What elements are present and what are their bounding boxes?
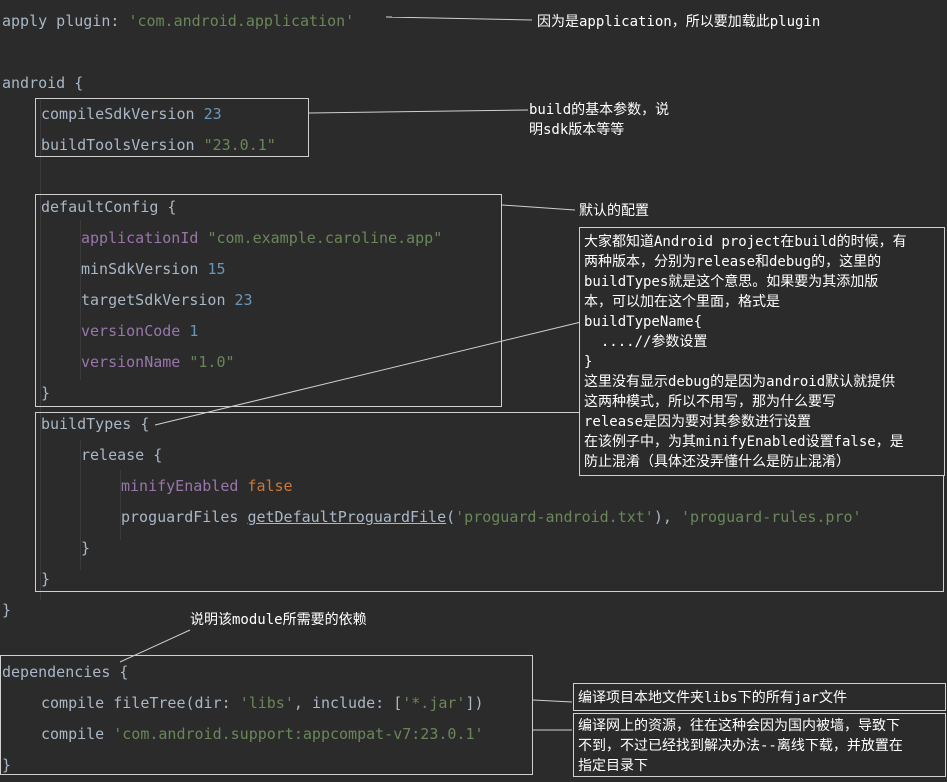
note-plugin: 因为是application，所以要加载此plugin bbox=[537, 14, 821, 30]
note-buildtypes-line: ....//参数设置 bbox=[584, 334, 708, 350]
note-buildtypes-line: } bbox=[584, 354, 593, 370]
note-module-deps: 说明该module所需要的依赖 bbox=[190, 612, 367, 628]
note-buildtypes-line: 本，可以加在这个里面，格式是 bbox=[584, 294, 780, 310]
note-buildtypes-line: buildTypes就是这个意思。如果要为其添加版 bbox=[584, 274, 879, 290]
note-remote-line: 不到，不过已经找到解决办法--离线下载，并放置在 bbox=[578, 738, 903, 754]
note-remote-line: 编译网上的资源，往在这种会因为国内被墙，导致下 bbox=[578, 718, 900, 734]
note-buildtypes-line: 两种版本，分别为release和debug的，这里的 bbox=[584, 254, 882, 270]
note-buildtypes-line: 这里没有显示debug的是因为android默认就提供 bbox=[584, 374, 896, 390]
note-release-line: release是因为要对其参数进行设置 bbox=[584, 414, 812, 430]
note-build-params-1: build的基本参数，说 bbox=[529, 102, 670, 118]
note-local-jar: 编译项目本地文件夹libs下的所有jar文件 bbox=[573, 683, 946, 711]
note-release-line: 在该例子中，为其minifyEnabled设置false，是 bbox=[584, 434, 904, 450]
note-buildtypes-line: 大家都知道Android project在build的时候，有 bbox=[584, 234, 907, 250]
note-buildtypes-line: buildTypeName{ bbox=[584, 314, 703, 330]
note-default-config: 默认的配置 bbox=[579, 203, 649, 219]
note-remote-line: 指定目录下 bbox=[578, 758, 648, 774]
note-remote-box: 编译网上的资源，往在这种会因为国内被墙，导致下 不到，不过已经找到解决办法--离线… bbox=[573, 713, 946, 777]
note-release-line: 防止混淆（具体还没弄懂什么是防止混淆） bbox=[584, 454, 850, 470]
note-buildtypes-line: 这两种模式，所以不用写，那为什么要写 bbox=[584, 394, 836, 410]
note-buildtypes-box: 大家都知道Android project在build的时候，有 两种版本，分别为r… bbox=[579, 227, 945, 476]
note-build-params-2: 明sdk版本等等 bbox=[529, 122, 625, 138]
